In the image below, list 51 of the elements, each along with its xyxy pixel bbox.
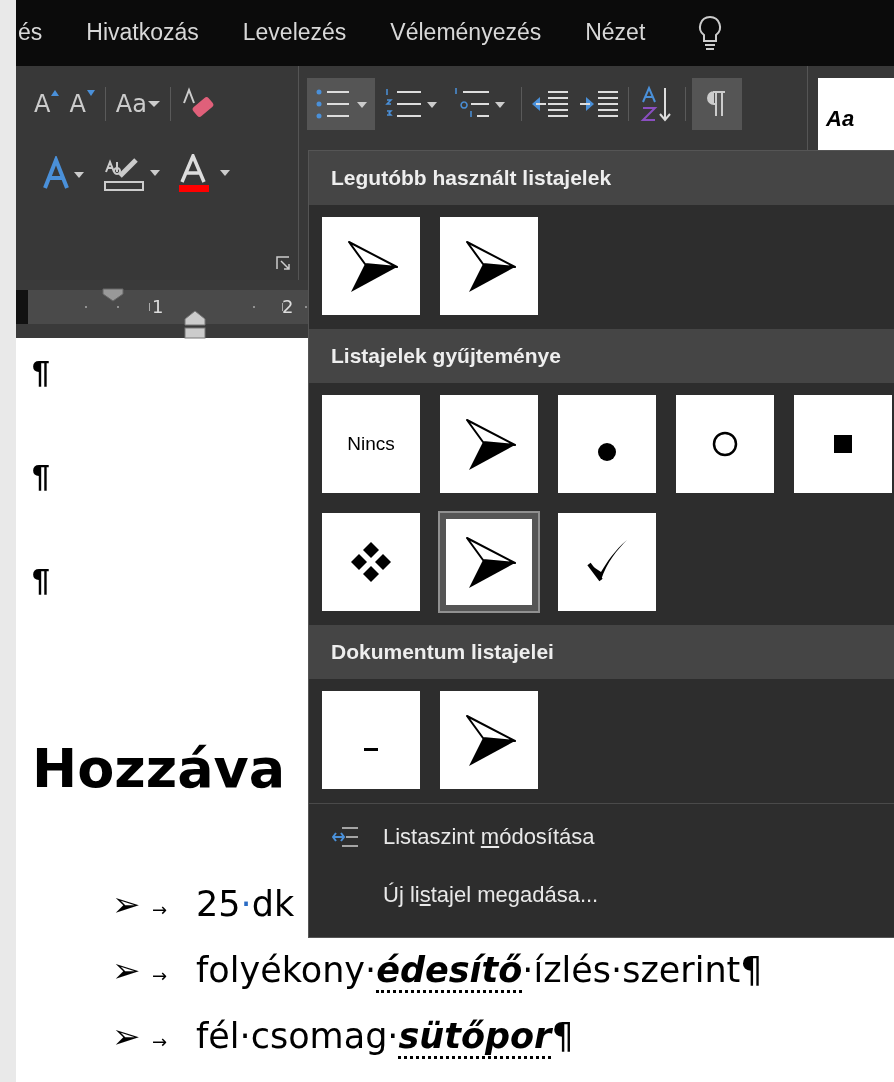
heading: Hozzáva xyxy=(32,737,286,800)
list-bullet: ➢ xyxy=(112,1016,142,1056)
show-formatting-marks-button[interactable] xyxy=(692,77,742,130)
ribbon-tab[interactable]: Hivatkozás xyxy=(86,19,199,47)
dialog-launcher-icon[interactable] xyxy=(276,255,290,270)
ribbon-tab[interactable]: és xyxy=(18,19,43,47)
bullet-option[interactable] xyxy=(558,395,656,493)
square-icon xyxy=(834,435,852,453)
ribbon-tab[interactable]: Levelezés xyxy=(242,19,347,47)
list-item-text: fél·csomag·sütőpor¶ xyxy=(196,1016,574,1056)
bullet-option[interactable] xyxy=(322,513,420,611)
shrink-font-button[interactable]: A xyxy=(69,89,86,118)
bullet-option[interactable] xyxy=(440,513,538,611)
grow-font-button[interactable]: A xyxy=(34,89,51,118)
paragraph-mark: ¶ xyxy=(32,354,50,392)
ribbon-tab[interactable]: Véleményezés xyxy=(390,19,542,47)
list-item-text: folyékony·édesítő·ízlés·szerint¶ xyxy=(196,950,763,990)
bullets-button[interactable] xyxy=(307,77,375,130)
list-bullet: ➢ xyxy=(112,884,142,924)
ruler-number: 2 xyxy=(282,295,294,317)
ruler-margin xyxy=(16,289,28,324)
bullet-option[interactable]: Nincs xyxy=(322,395,420,493)
section-header: Dokumentum listajelei xyxy=(309,625,894,679)
dot-icon xyxy=(598,443,616,461)
bullet-option[interactable] xyxy=(794,395,892,493)
change-case-button[interactable]: Aa xyxy=(115,89,147,118)
section-header: Legutóbb használt listajelek xyxy=(309,151,894,205)
down-caret-icon xyxy=(86,89,95,96)
menu-item[interactable]: Új listajel megadása... xyxy=(309,866,894,924)
bullet-option[interactable] xyxy=(440,395,538,493)
paragraph-mark: ¶ xyxy=(32,458,50,496)
tab-mark: → xyxy=(152,1031,169,1052)
bullet-option[interactable] xyxy=(440,691,538,789)
dash-icon xyxy=(364,747,378,751)
ribbon-tab[interactable]: Nézet xyxy=(585,19,646,47)
ruler-number: 1 xyxy=(152,295,164,317)
list-level-icon xyxy=(332,826,360,848)
list-item-text: 25·dk xyxy=(196,884,295,924)
lightbulb-icon[interactable] xyxy=(697,14,724,51)
menu-item[interactable]: Listaszint módosítása xyxy=(309,808,894,866)
bullet-option[interactable] xyxy=(322,217,420,315)
list-bullet: ➢ xyxy=(112,950,142,990)
hanging-indent-marker[interactable] xyxy=(184,309,206,340)
up-caret-icon xyxy=(51,89,60,96)
section-header: Listajelek gyűjteménye xyxy=(309,329,894,383)
tab-mark: → xyxy=(152,899,169,920)
paragraph-mark: ¶ xyxy=(32,562,50,600)
first-line-indent-marker[interactable] xyxy=(102,287,124,302)
bullet-option[interactable] xyxy=(440,217,538,315)
tab-mark: → xyxy=(152,965,169,986)
caret-icon xyxy=(147,99,160,108)
